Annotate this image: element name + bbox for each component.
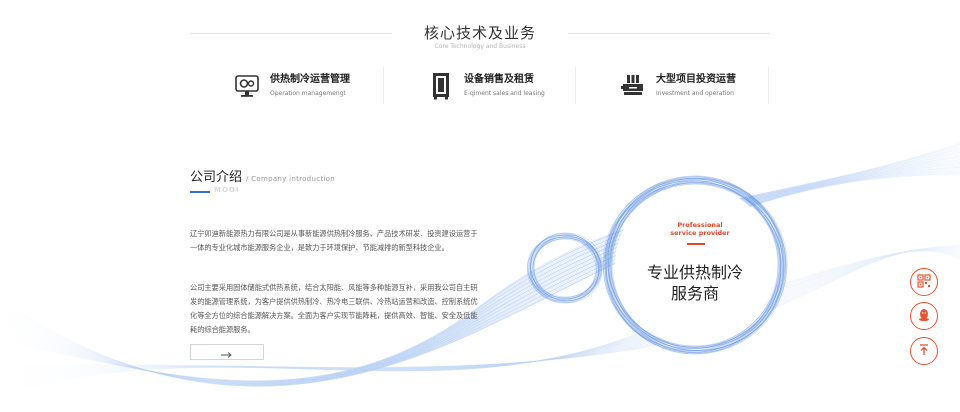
service-item-equipment[interactable]: 设备销售及租赁 E-qiment sales and leasing — [426, 66, 545, 106]
service-title: 设备销售及租赁 — [464, 74, 534, 85]
section-title: 核心技术及业务 — [423, 24, 536, 42]
qq-icon — [917, 307, 931, 326]
badge-accent-bar — [687, 243, 705, 245]
qq-button[interactable] — [910, 302, 938, 330]
arrow-right-icon — [221, 343, 233, 362]
qr-code-icon — [917, 273, 931, 292]
intro-heading: 公司介绍 / Company introduction — [190, 166, 335, 185]
back-to-top-button[interactable] — [910, 337, 938, 365]
service-divider — [575, 66, 576, 104]
intro-paragraph-1: 辽宁卯迪新能源热力有限公司是从事新能源供热制冷服务、产品技术研发、投资建设运营于… — [190, 229, 478, 252]
badge-chinese-line2: 服务商 — [670, 284, 719, 303]
intro-title: 公司介绍 — [190, 170, 243, 185]
service-title: 大型项目投资运营 — [656, 74, 736, 85]
intro-title-en: / Company introduction — [246, 175, 335, 183]
service-item-operation[interactable]: 供热制冷运营管理 Operation managemengt — [232, 66, 350, 106]
qr-code-button[interactable] — [910, 268, 938, 296]
badge-english: Professional service provider — [640, 221, 760, 237]
service-divider — [383, 66, 384, 104]
service-title: 供热制冷运营管理 — [270, 74, 350, 85]
badge-chinese-line1: 专业供热制冷 — [646, 263, 743, 282]
service-subtitle: Operation managemengt — [270, 90, 346, 97]
section-subtitle: Core Technology and Business — [434, 43, 526, 50]
badge-english-line1: Professional — [677, 221, 723, 229]
service-subtitle: Investment and operation — [656, 90, 734, 97]
intro-watermark-label: MOOI — [214, 186, 240, 194]
badge-english-line2: service provider — [670, 229, 730, 237]
service-divider — [768, 66, 769, 104]
read-more-button[interactable] — [190, 344, 264, 360]
intro-paragraph-2: 公司主要采用固体储能式供热系统，结合太阳能、风能等多种能源互补，采用我公司自主研… — [190, 283, 478, 334]
machine-icon — [618, 71, 648, 101]
cabinet-icon — [426, 71, 456, 101]
back-to-top-icon — [917, 342, 931, 361]
service-item-investment[interactable]: 大型项目投资运营 Investment and operation — [618, 66, 736, 106]
gear-monitor-icon — [232, 71, 262, 101]
intro-accent-bar — [190, 191, 210, 193]
badge-chinese: 专业供热制冷 服务商 — [620, 262, 770, 304]
service-subtitle: E-qiment sales and leasing — [464, 90, 545, 97]
